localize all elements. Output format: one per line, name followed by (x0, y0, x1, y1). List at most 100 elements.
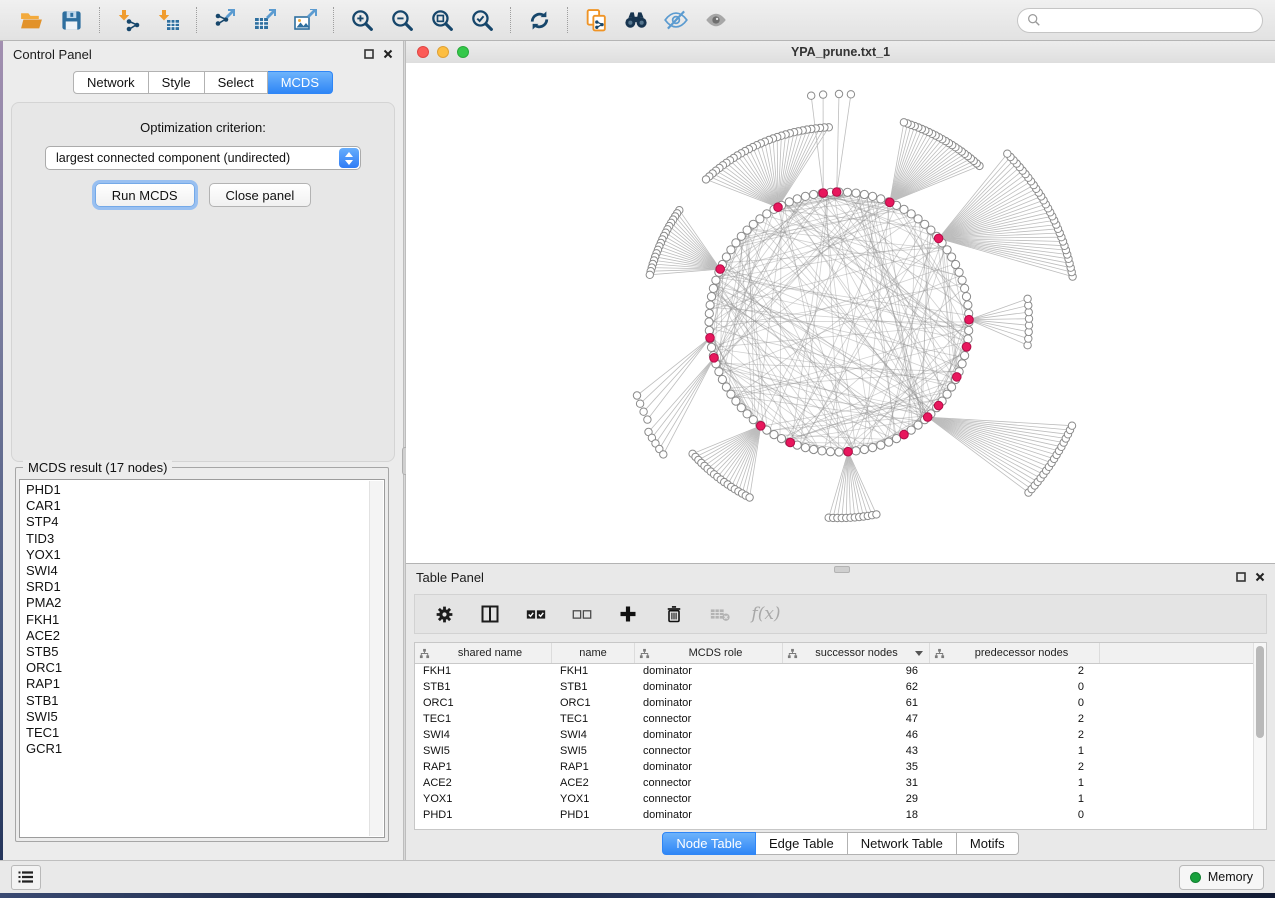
mcds-result-item[interactable]: SWI4 (26, 563, 384, 579)
table-row[interactable]: SWI4SWI4dominator462 (415, 727, 1254, 743)
mcds-result-item[interactable]: STB5 (26, 644, 384, 660)
import-table-button[interactable] (149, 4, 187, 36)
tab-select[interactable]: Select (205, 71, 268, 94)
mcds-result-item[interactable]: PMA2 (26, 595, 384, 611)
save-session-button[interactable] (52, 4, 90, 36)
criterion-dropdown[interactable]: largest connected component (undirected) (45, 146, 361, 170)
window-zoom-button[interactable] (457, 46, 469, 58)
table-cell: 0 (930, 681, 1100, 693)
status-bar: Memory (0, 860, 1275, 893)
trash-icon (664, 604, 684, 624)
table-cell: STB1 (552, 681, 635, 693)
table-cell: 43 (783, 745, 930, 757)
window-minimize-button[interactable] (437, 46, 449, 58)
show-columns-button[interactable] (477, 600, 503, 628)
mcds-result-item[interactable]: STP4 (26, 514, 384, 530)
float-panel-icon[interactable] (364, 49, 374, 59)
binoculars-button[interactable] (617, 4, 655, 36)
table-row[interactable]: TEC1TEC1connector472 (415, 711, 1254, 727)
table-cell: connector (635, 713, 783, 725)
zoom-selected-button[interactable] (463, 4, 501, 36)
mcds-result-item[interactable]: ACE2 (26, 628, 384, 644)
open-session-button[interactable] (12, 4, 50, 36)
mcds-result-item[interactable]: YOX1 (26, 547, 384, 563)
zoom-out-button[interactable] (383, 4, 421, 36)
delete-column-button[interactable] (661, 600, 687, 628)
duplicate-network-button[interactable] (577, 4, 615, 36)
import-network-button[interactable] (109, 4, 147, 36)
search-field[interactable] (1017, 8, 1263, 33)
mcds-result-item[interactable]: RAP1 (26, 676, 384, 692)
table-row[interactable]: YOX1YOX1connector291 (415, 791, 1254, 807)
column-header-name[interactable]: name (552, 643, 635, 663)
table-row[interactable]: STB1STB1dominator620 (415, 679, 1254, 695)
table-cell: SWI5 (552, 745, 635, 757)
toolbar-separator (99, 7, 100, 33)
table-options-button[interactable] (431, 600, 457, 628)
column-header-predecessor-nodes[interactable]: predecessor nodes (930, 643, 1100, 663)
table-row[interactable]: SWI5SWI5connector431 (415, 743, 1254, 759)
refresh-layout-button[interactable] (520, 4, 558, 36)
mcds-result-item[interactable]: SRD1 (26, 579, 384, 595)
tab-node-table[interactable]: Node Table (662, 832, 756, 855)
mcds-list-scrollbar[interactable] (369, 481, 383, 836)
export-image-button[interactable] (286, 4, 324, 36)
table-row[interactable]: PHD1PHD1dominator180 (415, 807, 1254, 823)
mcds-result-item[interactable]: CAR1 (26, 498, 384, 514)
search-input[interactable] (1047, 12, 1253, 28)
table-cell: 47 (783, 713, 930, 725)
tab-edge-table[interactable]: Edge Table (756, 832, 848, 855)
mcds-result-item[interactable]: TEC1 (26, 725, 384, 741)
deselect-all-button[interactable] (569, 600, 595, 628)
close-panel-icon[interactable] (383, 49, 393, 59)
mcds-result-item[interactable]: ORC1 (26, 660, 384, 676)
tab-motifs[interactable]: Motifs (957, 832, 1019, 855)
table-row[interactable]: RAP1RAP1dominator352 (415, 759, 1254, 775)
table-row[interactable]: ORC1ORC1dominator610 (415, 695, 1254, 711)
tab-network-table[interactable]: Network Table (848, 832, 957, 855)
table-scrollbar[interactable] (1253, 643, 1266, 829)
run-mcds-button[interactable]: Run MCDS (95, 183, 195, 207)
column-header-shared-name[interactable]: shared name (415, 643, 552, 663)
mcds-result-item[interactable]: STB1 (26, 693, 384, 709)
export-network-button[interactable] (206, 4, 244, 36)
column-header-successor-nodes[interactable]: successor nodes (783, 643, 930, 663)
float-panel-icon[interactable] (1236, 572, 1246, 582)
mcds-result-item[interactable]: FKH1 (26, 612, 384, 628)
mcds-result-item[interactable]: PHD1 (26, 482, 384, 498)
zoom-fit-button[interactable] (423, 4, 461, 36)
close-panel-icon[interactable] (1255, 572, 1265, 582)
table-cell: FKH1 (415, 665, 552, 677)
mcds-result-item[interactable]: GCR1 (26, 741, 384, 757)
table-cell: 62 (783, 681, 930, 693)
mcds-result-item[interactable]: SWI5 (26, 709, 384, 725)
sort-indicator-icon (915, 651, 923, 656)
hide-selected-button[interactable] (657, 4, 695, 36)
tab-mcds[interactable]: MCDS (268, 71, 333, 94)
desktop-wallpaper-edge (0, 893, 1275, 898)
table-cell: 2 (930, 761, 1100, 773)
network-canvas[interactable] (406, 63, 1275, 563)
zoom-in-button[interactable] (343, 4, 381, 36)
table-cell: TEC1 (415, 713, 552, 725)
table-cell: 1 (930, 793, 1100, 805)
table-row[interactable]: ACE2ACE2connector311 (415, 775, 1254, 791)
memory-button[interactable]: Memory (1179, 865, 1264, 890)
tab-network[interactable]: Network (73, 71, 149, 94)
table-scrollbar-thumb[interactable] (1256, 646, 1264, 738)
add-column-button[interactable] (615, 600, 641, 628)
close-panel-button[interactable]: Close panel (209, 183, 312, 207)
tab-style[interactable]: Style (149, 71, 205, 94)
column-header-MCDS-role[interactable]: MCDS role (635, 643, 783, 663)
mcds-result-item[interactable]: TID3 (26, 531, 384, 547)
show-all-button[interactable] (697, 4, 735, 36)
toolbar-separator (333, 7, 334, 33)
table-cell: RAP1 (552, 761, 635, 773)
task-history-button[interactable] (11, 865, 41, 890)
table-row[interactable]: FKH1FKH1dominator962 (415, 663, 1254, 679)
horizontal-splitter-handle[interactable] (834, 566, 850, 573)
export-table-button[interactable] (246, 4, 284, 36)
select-all-button[interactable] (523, 600, 549, 628)
table-cell: PHD1 (552, 809, 635, 821)
window-close-button[interactable] (417, 46, 429, 58)
